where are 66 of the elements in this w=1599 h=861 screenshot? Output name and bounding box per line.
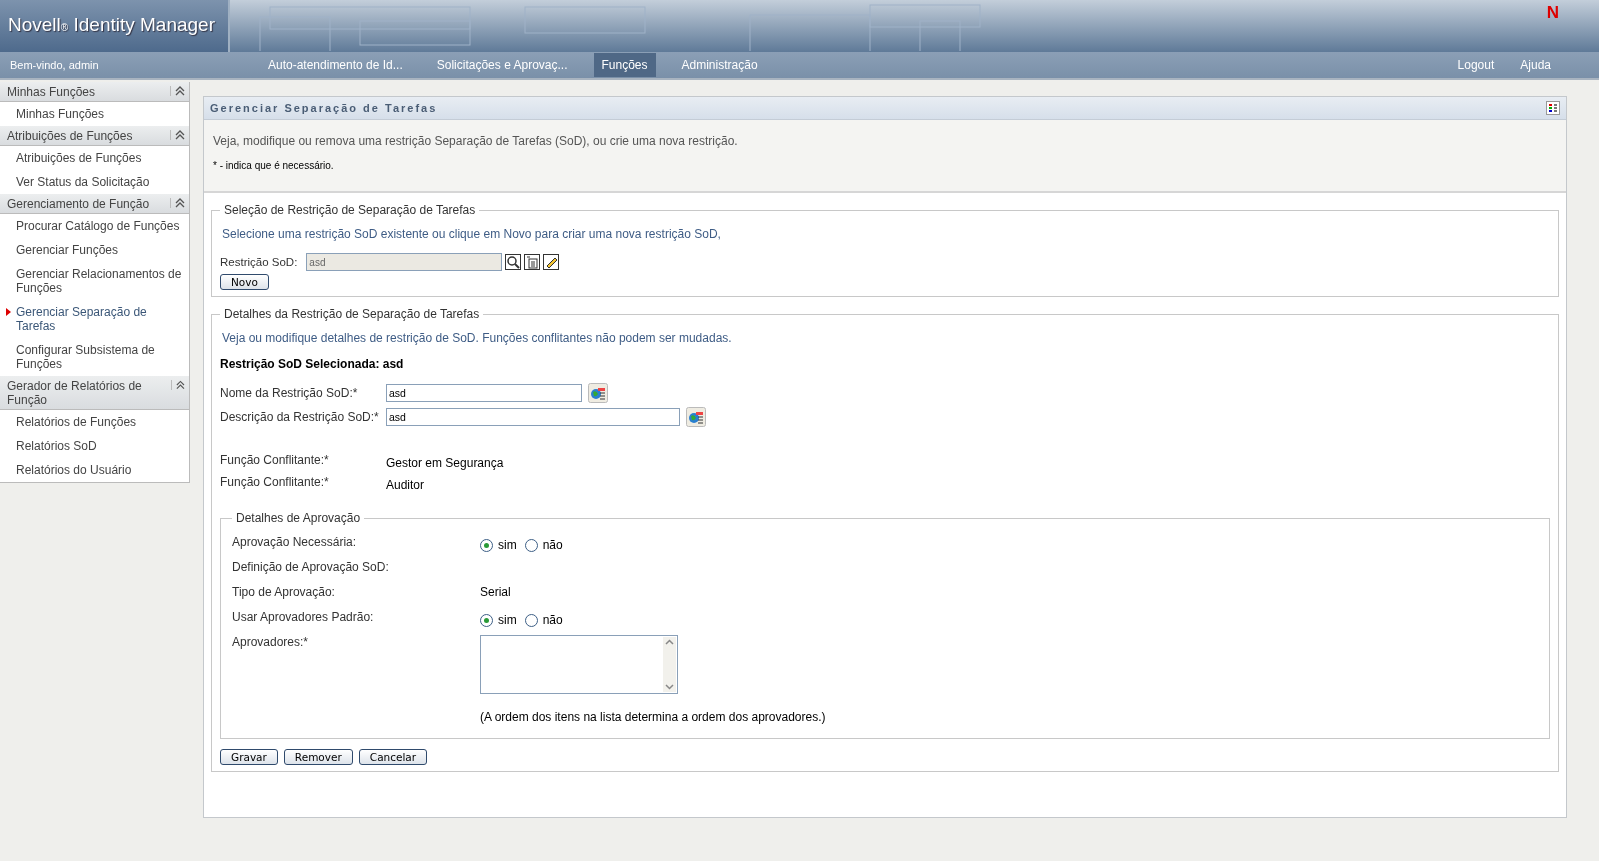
field-value: Serial bbox=[480, 585, 511, 599]
corner-logo: N bbox=[1546, 3, 1559, 23]
group-legend: Detalhes de Aprovação bbox=[232, 511, 365, 525]
sidebar-section-header[interactable]: Gerenciamento de Função bbox=[0, 194, 189, 214]
sidebar-item[interactable]: Relatórios de Funções bbox=[0, 410, 189, 434]
field-label: Função Conflitante:* bbox=[220, 475, 330, 489]
sidebar-item[interactable]: Relatórios do Usuário bbox=[0, 458, 189, 482]
field-label: Nome da Restrição SoD:* bbox=[220, 386, 359, 400]
current-marker-icon bbox=[6, 308, 11, 316]
field-label: Definição de Aprovação SoD: bbox=[232, 560, 390, 574]
sidebar-item[interactable]: Ver Status da Solicitação bbox=[0, 170, 189, 194]
group-legend: Seleção de Restrição de Separação de Tarefas bbox=[220, 203, 480, 217]
sidebar-item[interactable]: Gerenciar Funções bbox=[0, 238, 189, 262]
form-button[interactable]: Cancelar bbox=[358, 749, 428, 765]
sidebar-item[interactable]: Relatórios SoD bbox=[0, 434, 189, 458]
sidebar-item[interactable]: Atribuições de Funções bbox=[0, 146, 189, 170]
sidebar-item[interactable]: Gerenciar Relacionamentos de Funções bbox=[0, 262, 189, 300]
sidebar-item[interactable]: Gerenciar Separação de Tarefas bbox=[0, 300, 189, 338]
text-field[interactable]: asd bbox=[386, 384, 582, 402]
field-value: Auditor bbox=[386, 477, 425, 492]
search-icon[interactable] bbox=[505, 254, 522, 270]
group-legend: Detalhes da Restrição de Separação de Tarefas bbox=[220, 307, 484, 321]
page-description: Veja, modifique ou remova uma restrição Separação de Tarefas (SoD), ou crie uma nova restrição. bbox=[213, 134, 739, 148]
collapse-icon[interactable] bbox=[170, 130, 185, 140]
field-label: Descrição da Restrição SoD:* bbox=[220, 410, 380, 424]
radio-option[interactable]: sim bbox=[480, 535, 517, 552]
grid-icon[interactable] bbox=[1546, 101, 1560, 115]
sidebar-item[interactable]: Configurar Subsistema de Funções bbox=[0, 338, 189, 376]
approvers-list[interactable] bbox=[480, 635, 678, 694]
collapse-icon[interactable] bbox=[170, 86, 185, 96]
field-label: Restrição SoD: bbox=[220, 256, 298, 268]
approvers-note: (A ordem dos itens na lista determina a ordem dos aprovadores.) bbox=[480, 710, 826, 724]
globe-list-icon[interactable] bbox=[588, 383, 608, 403]
scrollbar[interactable] bbox=[663, 637, 676, 692]
selected-constraint-heading: Restrição SoD Selecionada: asd bbox=[220, 357, 405, 371]
page-title: Gerenciar Separação de Tarefas bbox=[210, 102, 438, 114]
field-value: Gestor em Segurança bbox=[386, 455, 504, 470]
field-label: Aprovação Necessária: bbox=[232, 535, 358, 549]
hint-text: Veja ou modifique detalhes de restrição de SoD. Funções conflitantes não podem ser mudadas. bbox=[222, 331, 733, 345]
form-button[interactable]: Remover bbox=[283, 749, 353, 765]
field-label: Função Conflitante:* bbox=[220, 453, 330, 467]
sidebar-section-header[interactable]: Atribuições de Funções bbox=[0, 126, 189, 146]
form-button[interactable]: Gravar bbox=[220, 749, 278, 765]
collapse-icon[interactable] bbox=[170, 198, 185, 208]
hint-text: Selecione uma restrição SoD existente ou clique em Novo para criar uma nova restrição SoD, bbox=[222, 227, 722, 241]
sidebar-item[interactable]: Procurar Catálogo de Funções bbox=[0, 214, 189, 238]
radio-option[interactable]: não bbox=[524, 610, 563, 627]
welcome-text: Bem-vindo, admin bbox=[9, 59, 100, 71]
field-label: Usar Aprovadores Padrão: bbox=[232, 610, 375, 624]
product-logo: Novell® Identity Manager bbox=[0, 0, 230, 52]
field-label: Aprovadores:* bbox=[232, 635, 310, 649]
globe-list-icon[interactable] bbox=[686, 407, 706, 427]
list-icon[interactable] bbox=[524, 254, 541, 270]
sidebar-section-header[interactable]: Minhas Funções bbox=[0, 82, 189, 102]
sidebar-item[interactable]: Minhas Funções bbox=[0, 102, 189, 126]
field-label: Tipo de Aprovação: bbox=[232, 585, 336, 599]
edit-icon[interactable] bbox=[543, 254, 560, 270]
scroll-down-icon[interactable] bbox=[664, 681, 675, 692]
radio-option[interactable]: sim bbox=[480, 610, 517, 627]
collapse-icon[interactable] bbox=[171, 380, 185, 390]
nav-tab[interactable]: Funções bbox=[593, 53, 656, 77]
new-button[interactable]: Novo bbox=[220, 274, 269, 290]
sidebar-section-header[interactable]: Gerador de Relatórios de Função bbox=[0, 376, 189, 410]
text-field[interactable]: asd bbox=[386, 408, 680, 426]
radio-option[interactable]: não bbox=[524, 535, 563, 552]
required-note: * - indica que é necessário. bbox=[213, 160, 335, 171]
